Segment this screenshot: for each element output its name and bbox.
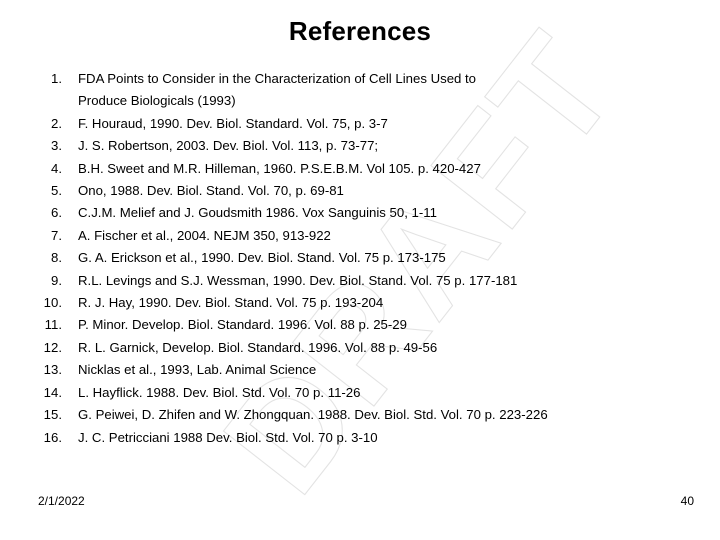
reference-text: A. Fischer et al., 2004. NEJM 350, 913-9… xyxy=(78,225,700,247)
reference-list: 1. FDA Points to Consider in the Characte… xyxy=(28,68,700,449)
reference-number: 5. xyxy=(51,183,62,199)
reference-text-line: L. Hayflick. 1988. Dev. Biol. Std. Vol. … xyxy=(78,384,361,400)
reference-text-line: P. Minor. Develop. Biol. Standard. 1996.… xyxy=(78,317,407,333)
reference-text-line: G. A. Erickson et al., 1990. Dev. Biol. … xyxy=(78,250,446,266)
reference-item: 13. Nicklas et al., 1993, Lab. Animal Sci… xyxy=(28,359,700,381)
footer-date: 2/1/2022 xyxy=(38,494,85,508)
reference-text: G. A. Erickson et al., 1990. Dev. Biol. … xyxy=(78,247,700,269)
reference-text-line: FDA Points to Consider in the Characteri… xyxy=(78,71,477,86)
reference-number: 15. xyxy=(43,407,62,423)
reference-text-line: R. J. Hay, 1990. Dev. Biol. Stand. Vol. … xyxy=(78,295,384,311)
reference-number: 16. xyxy=(43,429,62,445)
reference-text-line: F. Houraud, 1990. Dev. Biol. Standard. V… xyxy=(78,115,388,131)
reference-item: 14. L. Hayflick. 1988. Dev. Biol. Std. Vo… xyxy=(28,382,700,404)
reference-number: 1. xyxy=(51,71,62,86)
reference-number: 6. xyxy=(51,205,62,221)
reference-number: 8. xyxy=(51,250,62,266)
reference-number: 7. xyxy=(51,227,62,243)
reference-item: 1. FDA Points to Consider in the Characte… xyxy=(28,68,700,113)
reference-text-line: R.L. Levings and S.J. Wessman, 1990. Dev… xyxy=(78,272,518,288)
reference-text: R.L. Levings and S.J. Wessman, 1990. Dev… xyxy=(78,270,700,292)
reference-text: B.H. Sweet and M.R. Hilleman, 1960. P.S.… xyxy=(78,158,700,180)
reference-text-line: A. Fischer et al., 2004. NEJM 350, 913-9… xyxy=(78,227,331,243)
reference-number: 14. xyxy=(43,384,62,400)
reference-number: 12. xyxy=(43,339,62,355)
reference-item: 6. C.J.M. Melief and J. Goudsmith 1986. V… xyxy=(28,202,700,224)
reference-text-line: J. C. Petricciani 1988 Dev. Biol. Std. V… xyxy=(78,429,378,445)
reference-text: F. Houraud, 1990. Dev. Biol. Standard. V… xyxy=(78,113,700,135)
reference-number: 9. xyxy=(51,272,62,288)
reference-item: 12. R. L. Garnick, Develop. Biol. Standar… xyxy=(28,337,700,359)
reference-item: 2. F. Houraud, 1990. Dev. Biol. Standard.… xyxy=(28,113,700,135)
reference-text-line: B.H. Sweet and M.R. Hilleman, 1960. P.S.… xyxy=(78,160,481,176)
reference-item: 15. G. Peiwei, D. Zhifen and W. Zhongquan… xyxy=(28,404,700,426)
reference-item: 16. J. C. Petricciani 1988 Dev. Biol. Std… xyxy=(28,427,700,449)
footer-page-number: 40 xyxy=(680,494,694,508)
reference-text: P. Minor. Develop. Biol. Standard. 1996.… xyxy=(78,314,700,336)
reference-item: 4. B.H. Sweet and M.R. Hilleman, 1960. P.… xyxy=(28,158,700,180)
slide-footer: 2/1/2022 40 xyxy=(0,494,720,516)
reference-text: L. Hayflick. 1988. Dev. Biol. Std. Vol. … xyxy=(78,382,700,404)
reference-number: 2. xyxy=(51,115,62,131)
reference-text: J. S. Robertson, 2003. Dev. Biol. Vol. 1… xyxy=(78,135,700,157)
reference-text: J. C. Petricciani 1988 Dev. Biol. Std. V… xyxy=(78,427,700,449)
reference-text-line: J. S. Robertson, 2003. Dev. Biol. Vol. 1… xyxy=(78,138,379,154)
reference-item: 9. R.L. Levings and S.J. Wessman, 1990. D… xyxy=(28,270,700,292)
reference-text: Nicklas et al., 1993, Lab. Animal Scienc… xyxy=(78,359,700,381)
reference-number: 13. xyxy=(43,362,62,378)
reference-number: 10. xyxy=(43,295,62,311)
reference-text-line: G. Peiwei, D. Zhifen and W. Zhongquan. 1… xyxy=(78,407,548,423)
reference-text-line: Ono, 1988. Dev. Biol. Stand. Vol. 70, p.… xyxy=(78,183,344,199)
reference-item: 7. A. Fischer et al., 2004. NEJM 350, 913… xyxy=(28,225,700,247)
reference-text: Ono, 1988. Dev. Biol. Stand. Vol. 70, p.… xyxy=(78,180,700,202)
reference-item: 11. P. Minor. Develop. Biol. Standard. 19… xyxy=(28,314,700,336)
reference-number: 11. xyxy=(44,317,62,333)
slide-canvas: DRAFT References 1. FDA Points to Conside… xyxy=(0,0,720,540)
reference-number: 4. xyxy=(51,160,62,176)
reference-text: R. J. Hay, 1990. Dev. Biol. Stand. Vol. … xyxy=(78,292,700,314)
reference-item: 8. G. A. Erickson et al., 1990. Dev. Biol… xyxy=(28,247,700,269)
reference-text: G. Peiwei, D. Zhifen and W. Zhongquan. 1… xyxy=(78,404,700,426)
reference-number: 3. xyxy=(51,138,62,154)
reference-text: C.J.M. Melief and J. Goudsmith 1986. Vox… xyxy=(78,202,700,224)
page-title: References xyxy=(288,16,432,46)
reference-text-line: C.J.M. Melief and J. Goudsmith 1986. Vox… xyxy=(78,205,437,221)
reference-text-line: R. L. Garnick, Develop. Biol. Standard. … xyxy=(78,339,438,355)
reference-item: 5. Ono, 1988. Dev. Biol. Stand. Vol. 70, … xyxy=(28,180,700,202)
reference-text-line: Produce Biologicals (1993) xyxy=(78,93,236,109)
reference-text: R. L. Garnick, Develop. Biol. Standard. … xyxy=(78,337,700,359)
reference-item: 10. R. J. Hay, 1990. Dev. Biol. Stand. Vo… xyxy=(28,292,700,314)
reference-text: FDA Points to Consider in the Characteri… xyxy=(78,68,700,113)
reference-text-line: Nicklas et al., 1993, Lab. Animal Scienc… xyxy=(78,362,317,378)
reference-item: 3. J. S. Robertson, 2003. Dev. Biol. Vol.… xyxy=(28,135,700,157)
